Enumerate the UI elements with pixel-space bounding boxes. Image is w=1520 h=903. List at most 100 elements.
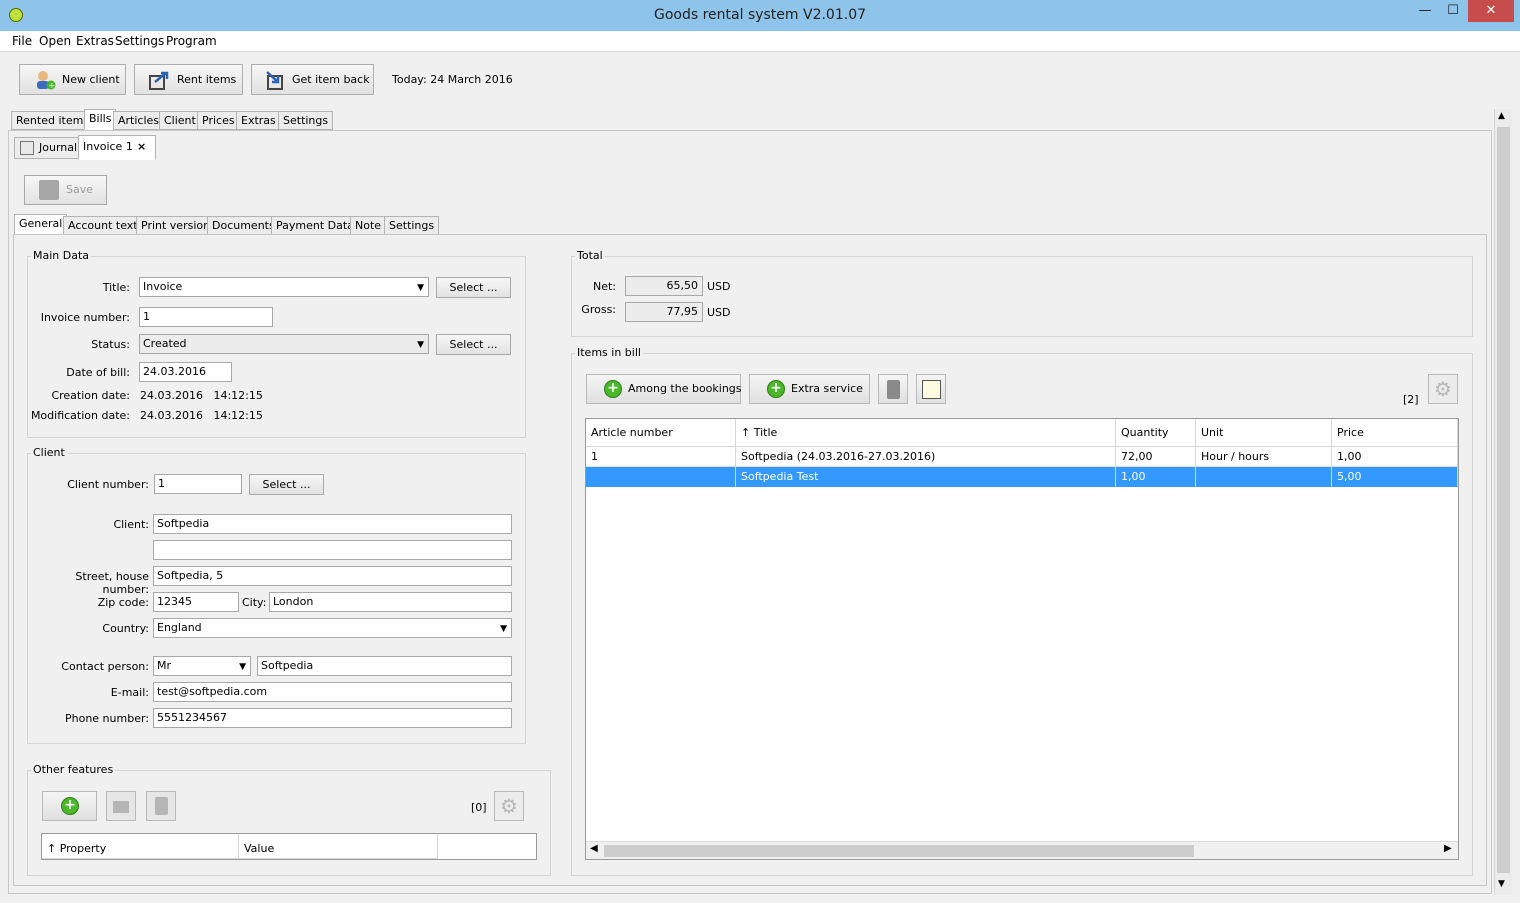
status-select-button[interactable]: Select ... [436, 334, 511, 355]
col-unit[interactable]: Unit [1196, 419, 1332, 447]
street-input[interactable]: Softpedia, 5 [153, 566, 512, 586]
menu-settings[interactable]: Settings [115, 34, 164, 48]
edit-item-button[interactable] [916, 374, 946, 404]
edit-icon [922, 380, 941, 399]
tab-prices[interactable]: Prices [197, 111, 240, 130]
horizontal-scrollbar[interactable]: ◀ ▶ [586, 841, 1458, 859]
subtab-note[interactable]: Note [350, 216, 387, 235]
invoice-number-label: Invoice number: [40, 311, 130, 324]
gross-label: Gross: [581, 303, 616, 316]
subtab-payment-data[interactable]: Payment Data [271, 216, 359, 235]
contact-person-label: Contact person: [61, 660, 149, 673]
phone-input[interactable]: 5551234567 [153, 708, 512, 728]
tab-rented-items[interactable]: Rented items [11, 111, 95, 130]
menu-open[interactable]: Open [39, 34, 71, 48]
scroll-down-icon[interactable]: ▼ [1498, 879, 1505, 889]
total-label: Total [575, 249, 605, 262]
scroll-up-icon[interactable]: ▲ [1498, 111, 1505, 121]
col-quantity[interactable]: Quantity [1116, 419, 1196, 447]
tab-journal[interactable]: Journal [14, 137, 83, 159]
email-label: E-mail: [110, 686, 149, 699]
save-button[interactable]: Save [24, 175, 107, 205]
city-input[interactable]: London [269, 592, 512, 612]
subtab-settings[interactable]: Settings [384, 216, 440, 235]
email-input[interactable]: test@softpedia.com [153, 682, 512, 702]
maximize-button[interactable]: ☐ [1440, 0, 1466, 22]
close-tab-icon[interactable]: × [137, 136, 146, 158]
items-table: Article number ↑ Title Quantity Unit Pri… [585, 418, 1459, 860]
title-select-button[interactable]: Select ... [436, 277, 511, 298]
subtab-documents[interactable]: Documents [207, 216, 280, 235]
new-client-button[interactable]: + New client [19, 64, 126, 95]
city-label: City: [242, 596, 267, 609]
close-button[interactable]: ✕ [1468, 0, 1514, 22]
client-name-input[interactable]: Softpedia [153, 514, 512, 534]
menu-file[interactable]: File [12, 34, 32, 48]
edit-feature-button[interactable] [106, 791, 136, 821]
table-row-selected[interactable]: Softpedia Test 1,00 5,00 [586, 467, 1458, 487]
delete-item-button[interactable] [878, 374, 908, 404]
subtab-general[interactable]: General [14, 214, 68, 235]
scroll-thumb[interactable] [604, 845, 1194, 857]
subtab-account-text[interactable]: Account text [63, 216, 143, 235]
extra-service-button[interactable]: + Extra service [749, 374, 870, 404]
among-bookings-button[interactable]: + Among the bookings [586, 374, 742, 404]
col-title[interactable]: ↑ Title [736, 419, 1116, 447]
journal-icon [20, 141, 34, 155]
zip-input[interactable]: 12345 [153, 592, 239, 612]
cell-quantity: 1,00 [1116, 467, 1196, 487]
rent-items-icon [149, 71, 169, 90]
tab-extras[interactable]: Extras [236, 111, 281, 130]
date-of-bill-input[interactable]: 24.03.2016 [139, 362, 232, 382]
status-label: Status: [91, 338, 130, 351]
vertical-scrollbar[interactable]: ▲ ▼ [1494, 109, 1512, 895]
client-number-input[interactable]: 1 [154, 474, 242, 494]
chevron-down-icon: ▼ [417, 340, 424, 350]
add-feature-button[interactable]: + [42, 791, 97, 821]
col-value[interactable]: Value [239, 834, 438, 859]
scroll-right-icon[interactable]: ▶ [1444, 843, 1452, 854]
tab-client[interactable]: Client [159, 111, 201, 130]
country-combo[interactable]: England ▼ [153, 618, 512, 638]
cell-title: Softpedia (24.03.2016-27.03.2016) [736, 447, 1116, 467]
tab-invoice-label: Invoice 1 [83, 140, 133, 153]
chevron-down-icon: ▼ [417, 283, 424, 293]
status-combo[interactable]: Created ▼ [139, 334, 429, 354]
invoice-number-input[interactable]: 1 [139, 307, 273, 327]
col-property[interactable]: ↑ Property [42, 834, 239, 859]
chevron-down-icon: ▼ [500, 624, 507, 634]
salutation-combo[interactable]: Mr ▼ [153, 656, 251, 676]
title-value: Invoice [143, 280, 183, 293]
minimize-button[interactable]: — [1412, 0, 1438, 22]
among-bookings-label: Among the bookings [628, 382, 742, 395]
contact-person-input[interactable]: Softpedia [257, 656, 512, 676]
tab-settings[interactable]: Settings [278, 111, 334, 130]
items-settings-button[interactable]: ⚙ [1428, 374, 1458, 404]
scroll-left-icon[interactable]: ◀ [590, 843, 598, 854]
menu-program[interactable]: Program [166, 34, 217, 48]
tab-invoice-1[interactable]: Invoice 1 × [78, 135, 156, 160]
get-item-back-button[interactable]: Get item back [251, 64, 374, 95]
tab-bills[interactable]: Bills [84, 109, 117, 130]
items-count: [2] [1403, 393, 1419, 406]
factory-icon [113, 801, 129, 813]
col-article-number[interactable]: Article number [586, 419, 736, 447]
total-group [571, 256, 1473, 337]
title-combo[interactable]: Invoice ▼ [139, 277, 429, 297]
subtab-print-version[interactable]: Print version [136, 216, 216, 235]
delete-feature-button[interactable] [146, 791, 176, 821]
col-price[interactable]: Price [1332, 419, 1458, 447]
save-icon [39, 180, 59, 200]
feature-settings-button[interactable]: ⚙ [494, 791, 524, 821]
tab-articles[interactable]: Articles [113, 111, 165, 130]
client-select-button[interactable]: Select ... [249, 474, 324, 495]
table-row[interactable]: 1 Softpedia (24.03.2016-27.03.2016) 72,0… [586, 447, 1458, 467]
date-label: Date of bill: [66, 366, 130, 379]
client-name2-input[interactable] [153, 540, 512, 560]
menu-extras[interactable]: Extras [76, 34, 114, 48]
net-label: Net: [592, 280, 616, 293]
scroll-thumb[interactable] [1497, 127, 1510, 873]
chevron-down-icon: ▼ [239, 662, 246, 672]
rent-items-button[interactable]: Rent items [134, 64, 243, 95]
add-icon: + [604, 380, 622, 398]
